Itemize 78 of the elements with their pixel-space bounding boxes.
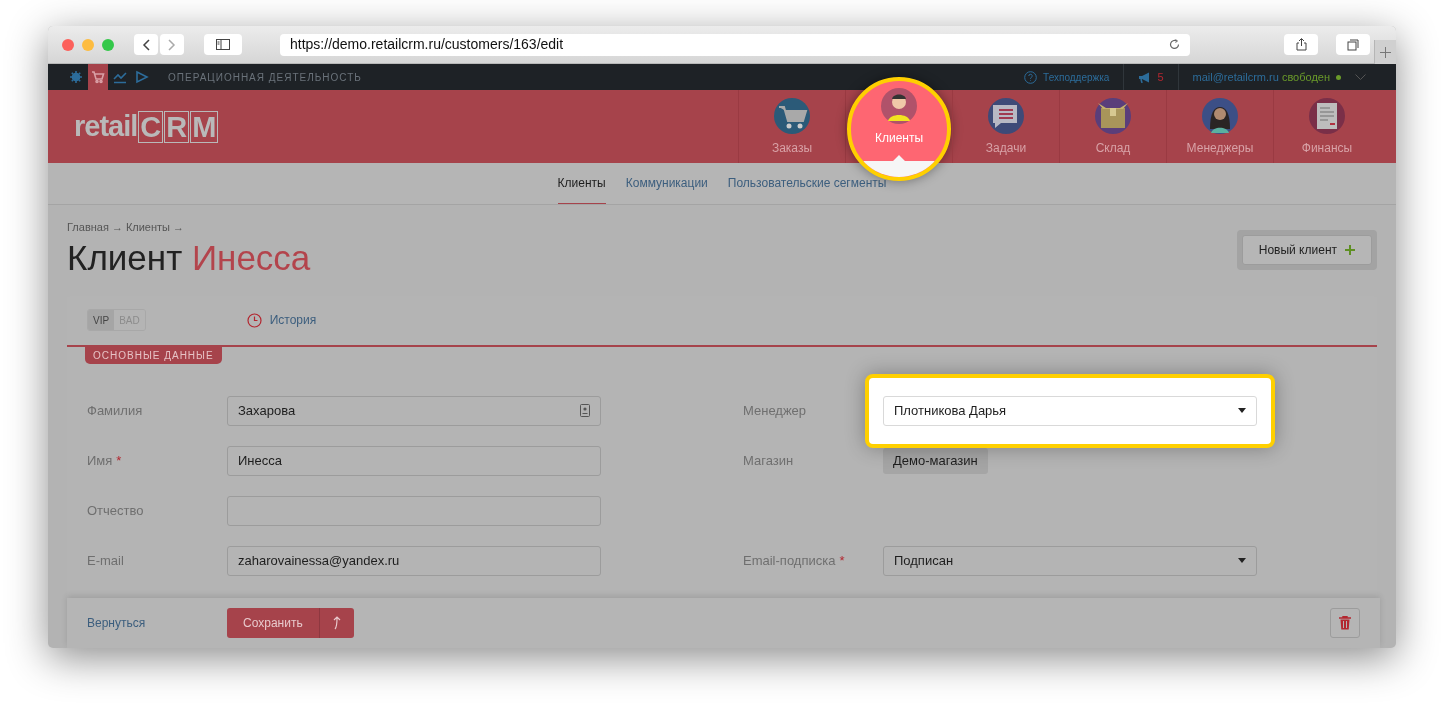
plus-icon: [1380, 46, 1391, 58]
maximize-window-button[interactable]: [102, 38, 114, 51]
cart-icon: [773, 96, 811, 135]
caret-icon: [1238, 558, 1246, 563]
select-field[interactable]: Подписан: [883, 545, 1257, 576]
back-link[interactable]: Вернуться: [87, 614, 227, 632]
breadcrumb-arrow: →: [111, 220, 123, 235]
field-label: Магазин: [743, 451, 794, 470]
share-icon: [1295, 38, 1307, 51]
reload-icon[interactable]: [1169, 39, 1180, 50]
subnav-tab[interactable]: Клиенты: [557, 163, 606, 204]
forward-button[interactable]: [160, 34, 184, 55]
required-asterisk: *: [839, 551, 845, 570]
new-client-button[interactable]: Новый клиент: [1241, 234, 1372, 265]
chart-line-icon[interactable]: [113, 70, 127, 84]
toolbar-button[interactable]: [88, 64, 108, 90]
save-button[interactable]: Сохранить: [227, 608, 319, 638]
close-window-button[interactable]: [62, 38, 74, 51]
text-field[interactable]: Инесса: [227, 445, 601, 476]
tag-option[interactable]: VIP: [88, 310, 115, 330]
subnav-tab[interactable]: Коммуникации: [625, 163, 708, 204]
history-link[interactable]: История: [269, 311, 317, 329]
play-icon[interactable]: [135, 70, 149, 84]
plus-icon: [1345, 244, 1355, 255]
chat-list-icon: [987, 96, 1025, 135]
field-label: Отчество: [87, 501, 144, 520]
receipt-icon: [1308, 96, 1346, 135]
field-label: Email-подписка: [743, 551, 836, 570]
user-email-link[interactable]: mail@retailcrm.ru: [1192, 68, 1279, 86]
chevron-down-icon[interactable]: [1355, 74, 1366, 80]
user-status: свободен: [1281, 69, 1330, 85]
delete-button[interactable]: [1330, 608, 1360, 638]
back-button[interactable]: [134, 34, 158, 55]
woman-icon: [1201, 96, 1239, 135]
box-icon: [1094, 96, 1132, 135]
new-tab-button[interactable]: [1374, 40, 1396, 64]
breadcrumb-link[interactable]: Главная: [67, 219, 109, 236]
text-field[interactable]: [227, 495, 601, 526]
select-field[interactable]: Плотникова Дарья: [883, 395, 1257, 426]
curved-arrow-icon: [331, 616, 342, 630]
field-label: Имя: [87, 451, 113, 470]
text-field[interactable]: Захарова: [227, 395, 601, 426]
chevron-right-icon: [168, 38, 176, 51]
save-options-button[interactable]: [318, 608, 354, 638]
trash-icon: [1339, 616, 1351, 630]
settings-icon[interactable]: [69, 70, 83, 84]
sidebar-icon: [216, 39, 230, 50]
nav-tab[interactable]: Склад: [1094, 96, 1132, 157]
section-title: ОПЕРАЦИОННАЯ ДЕЯТЕЛЬНОСТЬ: [168, 70, 362, 85]
caret-icon: [1238, 408, 1246, 413]
required-asterisk: *: [116, 451, 122, 470]
cart-icon[interactable]: [91, 70, 105, 84]
sidebar-button[interactable]: [204, 34, 242, 55]
store-tag: Демо-магазин: [883, 447, 988, 474]
person-icon: [880, 86, 918, 125]
help-icon[interactable]: [1024, 70, 1038, 84]
retailcrm-logo: retailC R M: [74, 108, 219, 145]
nav-tab[interactable]: Менеджеры: [1186, 96, 1254, 157]
field-label: Фамилия: [87, 401, 143, 420]
clock-icon[interactable]: [246, 312, 262, 328]
nav-tab[interactable]: Заказы: [771, 96, 813, 157]
chevron-left-icon: [142, 38, 150, 51]
share-button[interactable]: [1284, 34, 1318, 55]
contact-card-icon[interactable]: [580, 404, 590, 417]
notification-count: 5: [1157, 69, 1164, 85]
page-title: Клиент Инесса: [67, 236, 311, 279]
field-label: Менеджер: [743, 401, 807, 420]
support-link[interactable]: Техподдержка: [1043, 69, 1110, 85]
breadcrumb-link[interactable]: Клиенты: [125, 219, 170, 236]
section-tab[interactable]: ОСНОВНЫЕ ДАННЫЕ: [85, 346, 222, 364]
field-label: E-mail: [87, 551, 124, 570]
nav-tab[interactable]: Финансы: [1301, 96, 1353, 157]
text-field[interactable]: zaharovainessa@yandex.ru: [227, 545, 601, 576]
address-bar[interactable]: https://demo.retailcrm.ru/customers/163/edit: [280, 33, 1190, 56]
tabs-icon: [1347, 38, 1359, 51]
breadcrumb-arrow: →: [173, 220, 184, 235]
tabs-button[interactable]: [1336, 34, 1370, 55]
nav-tab[interactable]: Задачи: [985, 96, 1027, 157]
